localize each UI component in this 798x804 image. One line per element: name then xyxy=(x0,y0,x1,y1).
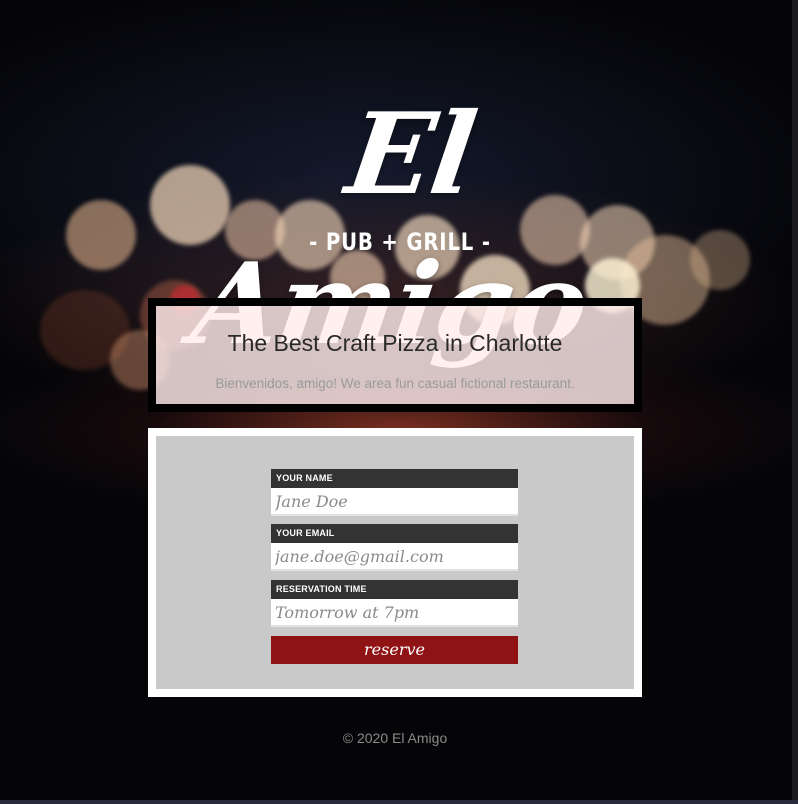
reserve-button[interactable]: reserve xyxy=(271,636,518,664)
name-input[interactable] xyxy=(271,488,518,516)
name-field-group: YOUR NAME xyxy=(271,469,518,516)
reservation-time-label: RESERVATION TIME xyxy=(271,580,518,599)
hero-banner: The Best Craft Pizza in Charlotte Bienve… xyxy=(148,298,642,412)
logo-tagline: - PUB + GRILL - xyxy=(309,228,491,256)
email-label: YOUR EMAIL xyxy=(271,524,518,543)
email-input[interactable] xyxy=(271,543,518,571)
footer-copyright: © 2020 El Amigo xyxy=(342,730,448,746)
email-field-group: YOUR EMAIL xyxy=(271,524,518,571)
hero-title: The Best Craft Pizza in Charlotte xyxy=(227,330,563,356)
name-label: YOUR NAME xyxy=(271,469,518,488)
reservation-time-input[interactable] xyxy=(271,599,518,627)
reservation-form: YOUR NAME YOUR EMAIL RESERVATION TIME re… xyxy=(148,428,642,697)
brand-logo: El Amigo - PUB + GRILL - xyxy=(170,80,630,370)
time-field-group: RESERVATION TIME xyxy=(271,580,518,627)
hero-subtitle: Bienvenidos, amigo! We area fun casual f… xyxy=(215,376,575,391)
